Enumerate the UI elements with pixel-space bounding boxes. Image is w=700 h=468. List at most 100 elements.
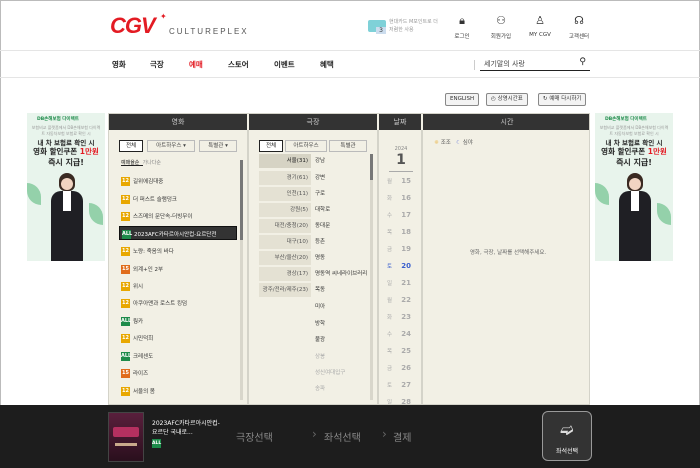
movie-tab-special[interactable]: 특별관 ▾ <box>199 140 237 152</box>
nav-movie[interactable]: 영화 <box>112 59 126 70</box>
search-box[interactable]: 세기말의 사랑 ⚲ <box>480 57 590 71</box>
ad-headline-3: 즉시 지급! <box>616 158 652 167</box>
rating-badge: ALL <box>122 230 133 239</box>
signup-link[interactable]: ⚇ 회원가입 <box>481 14 521 40</box>
movie-item[interactable]: ALL 크레센도 <box>119 349 237 363</box>
movie-scrollbar-thumb[interactable] <box>240 160 243 240</box>
date-item[interactable]: 금 19 <box>387 245 417 253</box>
reset-booking-button[interactable]: ↻ 예매 다시하기 <box>538 93 587 106</box>
theater-item[interactable]: 성신여대입구 <box>315 366 345 380</box>
nav-benefit[interactable]: 혜택 <box>320 59 334 70</box>
date-item[interactable]: 토 27 <box>387 381 417 389</box>
rating-badge: 12 <box>121 212 130 221</box>
theater-item[interactable]: 상봉 <box>315 350 325 364</box>
date-item[interactable]: 목 25 <box>387 347 417 355</box>
movie-item[interactable]: 12 더 퍼스트 슬램덩크 <box>119 192 237 206</box>
theater-tab-special[interactable]: 특별관 <box>329 140 367 152</box>
ad-headline-3: 즉시 지급! <box>48 158 84 167</box>
weekday: 금 <box>387 366 393 372</box>
theater-item[interactable]: 명동 <box>315 251 325 265</box>
ad-banner-left[interactable]: DB손해보험 다이렉트 보험비교 플랫폼에서 DB손해보험 다이렉트 자동차보험… <box>27 113 105 261</box>
poster-logo <box>113 427 139 437</box>
nav-theater[interactable]: 극장 <box>150 59 164 70</box>
date-item[interactable]: 화 16 <box>387 194 417 202</box>
date-item[interactable]: 금 26 <box>387 364 417 372</box>
movie-item[interactable]: 12 길위에김대중 <box>119 174 237 188</box>
movie-item[interactable]: 12 위시 <box>119 279 237 293</box>
region-item[interactable]: 대구(10) <box>259 235 311 249</box>
date-item[interactable]: 월 22 <box>387 296 417 304</box>
theater-item[interactable]: 미아 <box>315 300 325 314</box>
ad-banner-right[interactable]: DB손해보험 다이렉트 보험비교 플랫폼에서 DB손해보험 다이렉트 자동차보험… <box>595 113 673 261</box>
theater-item[interactable]: 불광 <box>315 333 325 347</box>
movie-item[interactable]: 12 스즈메의 문단속-더빙무이 <box>119 209 237 223</box>
movie-tab-arthouse[interactable]: 아트하우스 ▾ <box>147 140 195 152</box>
english-button[interactable]: ENGLISH <box>445 93 480 106</box>
ad-model-face <box>61 178 73 190</box>
movie-item-selected[interactable]: ALL 2023AFC카타르아시안컵-요르단전 <box>119 226 237 240</box>
timetable-button[interactable]: ◴ 상영시간표 <box>486 93 528 106</box>
theater-item[interactable]: 송파 <box>315 382 325 396</box>
theater-scrollbar-thumb[interactable] <box>370 154 373 180</box>
region-item[interactable]: 강원(5) <box>259 203 311 217</box>
region-item-selected[interactable]: 서울(31) <box>259 154 311 168</box>
culture-tagline: CULTUREPLEX <box>169 27 249 36</box>
cgv-logo[interactable]: CGV <box>110 13 156 39</box>
region-item[interactable]: 경상(17) <box>259 267 311 281</box>
theater-item[interactable]: 강변 <box>315 171 325 185</box>
nav-store[interactable]: 스토어 <box>228 59 249 70</box>
theater-item[interactable]: 대학로 <box>315 203 330 217</box>
promo-number: 3 <box>376 27 386 34</box>
date-item[interactable]: 일 28 <box>387 398 417 404</box>
morning-filter[interactable]: 조조 <box>441 140 451 146</box>
promo-text[interactable]: 현대카드 M포인트로 더 저렴한 사용 <box>389 18 439 34</box>
nav-booking[interactable]: 예매 <box>189 59 203 70</box>
date-item[interactable]: 목 18 <box>387 228 417 236</box>
theater-tab-all[interactable]: 전체 <box>259 140 283 152</box>
theater-item[interactable]: 강남 <box>315 154 325 168</box>
night-filter[interactable]: 심야 <box>463 140 473 146</box>
movie-item[interactable]: 12 서울의 봄 <box>119 384 237 398</box>
selected-movie-title: 2023AFC카타르아시안컵-요르단 국내로... <box>152 420 220 436</box>
date-item[interactable]: 수 24 <box>387 330 417 338</box>
weekday: 일 <box>387 281 393 287</box>
movie-item[interactable]: 12 시민덕희 <box>119 331 237 345</box>
theater-item[interactable]: 방학 <box>315 317 325 331</box>
column-divider <box>421 130 423 404</box>
search-icon[interactable]: ⚲ <box>579 57 586 67</box>
movie-item[interactable]: 12 아쿠아맨과 로스트 킹덤 <box>119 296 237 310</box>
theater-item[interactable]: 구로 <box>315 187 325 201</box>
date-item[interactable]: 월 15 <box>387 177 417 185</box>
date-item-today[interactable]: 토 20 <box>387 262 417 270</box>
weekday: 수 <box>387 213 393 219</box>
region-item[interactable]: 경기(61) <box>259 171 311 185</box>
date-item[interactable]: 화 23 <box>387 313 417 321</box>
movie-item[interactable]: 12 노량: 죽음의 바다 <box>119 244 237 258</box>
theater-item[interactable]: 명동역 씨네라이브러리 <box>315 267 367 281</box>
mycgv-link[interactable]: ♙ MY CGV <box>520 14 560 38</box>
region-item[interactable]: 인천(11) <box>259 187 311 201</box>
theater-item[interactable]: 동대문 <box>315 219 330 233</box>
login-link[interactable]: 🔒︎ 로그인 <box>442 14 482 40</box>
sort-by-name[interactable]: 가나다순 <box>143 160 161 166</box>
nav-event[interactable]: 이벤트 <box>274 59 295 70</box>
movie-item[interactable]: ALL 웡카 <box>119 314 237 328</box>
theater-tab-arthouse[interactable]: 아트하우스 <box>285 140 327 152</box>
seat-select-button[interactable]: ➫ 좌석선택 <box>542 411 592 461</box>
ad-model-shirt <box>631 191 639 211</box>
movie-tab-all[interactable]: 전체 <box>119 140 143 152</box>
ad-model-face <box>629 178 641 190</box>
search-input[interactable]: 세기말의 사랑 <box>484 59 525 69</box>
region-item[interactable]: 광주/전라/제주(23) <box>259 283 311 297</box>
customer-center-link[interactable]: ☊ 고객센터 <box>559 14 599 40</box>
movie-item[interactable]: 15 라이즈 <box>119 366 237 380</box>
movie-item[interactable]: 15 외계+인 2부 <box>119 262 237 276</box>
region-item[interactable]: 부산/울산(20) <box>259 251 311 265</box>
movie-title: 서울의 봄 <box>133 389 155 395</box>
theater-item[interactable]: 목동 <box>315 283 325 297</box>
theater-scrollbar-track[interactable] <box>370 154 373 400</box>
date-item[interactable]: 수 17 <box>387 211 417 219</box>
region-item[interactable]: 대전/충청(20) <box>259 219 311 233</box>
theater-item[interactable]: 등촌 <box>315 235 325 249</box>
date-item[interactable]: 일 21 <box>387 279 417 287</box>
